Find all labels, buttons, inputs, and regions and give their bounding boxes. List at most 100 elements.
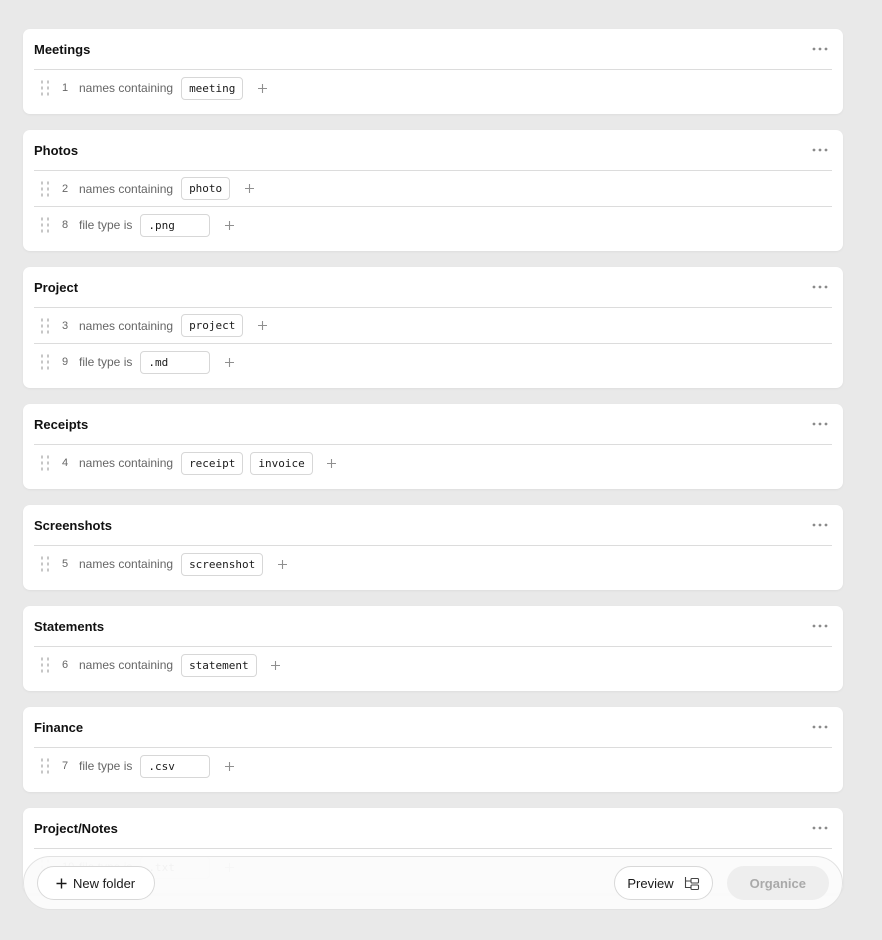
keyword-chip[interactable]: statement — [181, 653, 257, 677]
rule-list: 5 names containing screenshot — [34, 546, 832, 590]
more-options-button[interactable] — [808, 818, 832, 838]
rule-drag-handle[interactable] — [40, 181, 54, 197]
rule-drag-handle[interactable] — [40, 80, 54, 96]
rule-condition-label: file type is — [79, 355, 133, 369]
plus-icon — [271, 660, 281, 670]
add-value-button[interactable] — [221, 758, 237, 774]
rule-condition-label: file type is — [79, 759, 133, 773]
rule-row: 4 names containing receipt invoice — [34, 445, 832, 481]
folder-card: Receipts 4 names containing receipt invoice — [23, 404, 843, 489]
more-options-button[interactable] — [808, 277, 832, 297]
folder-list: Meetings 1 names containing meeting Photos 2 n… — [23, 29, 843, 909]
more-horizontal-icon — [812, 148, 828, 152]
plus-icon — [224, 357, 234, 367]
add-value-button[interactable] — [221, 217, 237, 233]
drag-handle-icon — [41, 80, 49, 96]
folder-card: Statements 6 names containing statement — [23, 606, 843, 691]
folder-name: Project/Notes — [34, 820, 118, 836]
rule-list: 1 names containing meeting — [34, 70, 832, 114]
more-options-button[interactable] — [808, 717, 832, 737]
rule-condition-label: names containing — [79, 456, 174, 470]
more-options-button[interactable] — [808, 39, 832, 59]
add-value-button[interactable] — [254, 318, 270, 334]
preview-button[interactable]: Preview — [614, 866, 713, 900]
rule-drag-handle[interactable] — [40, 657, 54, 673]
rule-condition-label: names containing — [79, 557, 174, 571]
folder-card: Meetings 1 names containing meeting — [23, 29, 843, 114]
rule-drag-handle[interactable] — [40, 217, 54, 233]
preview-label: Preview — [627, 875, 674, 891]
plus-icon — [224, 220, 234, 230]
drag-handle-icon — [41, 354, 49, 370]
organize-label: Organice — [749, 875, 806, 891]
plus-icon — [327, 458, 337, 468]
rule-drag-handle[interactable] — [40, 354, 54, 370]
folder-card-header: Statements — [34, 606, 832, 647]
keyword-chip[interactable]: meeting — [181, 76, 244, 100]
rule-number: 4 — [62, 457, 69, 469]
folder-name: Finance — [34, 719, 84, 735]
more-horizontal-icon — [812, 47, 828, 51]
folder-name: Statements — [34, 618, 105, 634]
folder-card: Screenshots 5 names containing screenshot — [23, 505, 843, 590]
rule-drag-handle[interactable] — [40, 318, 54, 334]
drag-handle-icon — [41, 217, 49, 233]
keyword-chip[interactable]: invoice — [250, 451, 313, 475]
new-folder-button[interactable]: New folder — [37, 866, 156, 900]
add-value-button[interactable] — [268, 657, 284, 673]
folder-card-header: Project — [34, 267, 832, 308]
more-horizontal-icon — [812, 523, 828, 527]
extension-chip[interactable]: .png — [140, 213, 211, 237]
rule-drag-handle[interactable] — [40, 455, 54, 471]
more-horizontal-icon — [812, 826, 828, 830]
drag-handle-icon — [41, 556, 49, 572]
rule-row: 1 names containing meeting — [34, 70, 832, 106]
rule-number: 3 — [62, 319, 69, 332]
plus-icon — [257, 321, 267, 330]
rule-drag-handle[interactable] — [40, 556, 54, 572]
rule-row: 9 file type is .md — [34, 344, 832, 380]
more-options-button[interactable] — [808, 414, 832, 434]
rule-row: 8 file type is .png — [34, 207, 832, 243]
drag-handle-icon — [41, 758, 49, 774]
rule-number: 2 — [62, 182, 69, 195]
plus-icon — [277, 559, 287, 569]
more-options-button[interactable] — [808, 140, 832, 160]
rule-number: 5 — [62, 558, 69, 570]
new-folder-label: New folder — [73, 875, 136, 891]
keyword-chip[interactable]: project — [181, 314, 244, 337]
extension-chip[interactable]: .csv — [140, 754, 211, 778]
more-horizontal-icon — [812, 624, 828, 628]
add-value-button[interactable] — [324, 455, 340, 471]
plus-icon — [244, 184, 254, 193]
rule-list: 7 file type is .csv — [34, 748, 832, 792]
organize-button[interactable]: Organice — [726, 866, 829, 900]
rule-list: 6 names containing statement — [34, 647, 832, 691]
more-options-button[interactable] — [808, 616, 832, 636]
rule-condition-label: file type is — [79, 218, 133, 232]
more-horizontal-icon — [812, 725, 828, 729]
bottom-toolbar: New folder Preview Organice — [23, 856, 843, 910]
rule-condition-label: names containing — [79, 81, 174, 95]
rule-row: 7 file type is .csv — [34, 748, 832, 784]
rule-drag-handle[interactable] — [40, 758, 54, 774]
more-options-button[interactable] — [808, 515, 832, 535]
keyword-chip[interactable]: screenshot — [181, 552, 264, 576]
add-value-button[interactable] — [274, 556, 290, 572]
keyword-chip[interactable]: receipt — [181, 451, 244, 475]
add-value-button[interactable] — [241, 181, 257, 197]
rule-list: 3 names containing project 9 file type is .md — [34, 308, 832, 388]
add-value-button[interactable] — [221, 354, 237, 370]
rule-list: 4 names containing receipt invoice — [34, 445, 832, 489]
drag-handle-icon — [41, 455, 49, 471]
folder-tree-icon — [684, 876, 699, 890]
keyword-chip[interactable]: photo — [181, 177, 231, 200]
folder-card: Finance 7 file type is .csv — [23, 707, 843, 792]
rule-number: 7 — [62, 760, 69, 772]
folder-name: Screenshots — [34, 517, 113, 533]
rule-number: 8 — [62, 219, 69, 231]
extension-chip[interactable]: .md — [140, 350, 211, 374]
rule-condition-label: names containing — [79, 181, 174, 196]
folder-card-header: Screenshots — [34, 505, 832, 546]
add-value-button[interactable] — [254, 80, 270, 96]
